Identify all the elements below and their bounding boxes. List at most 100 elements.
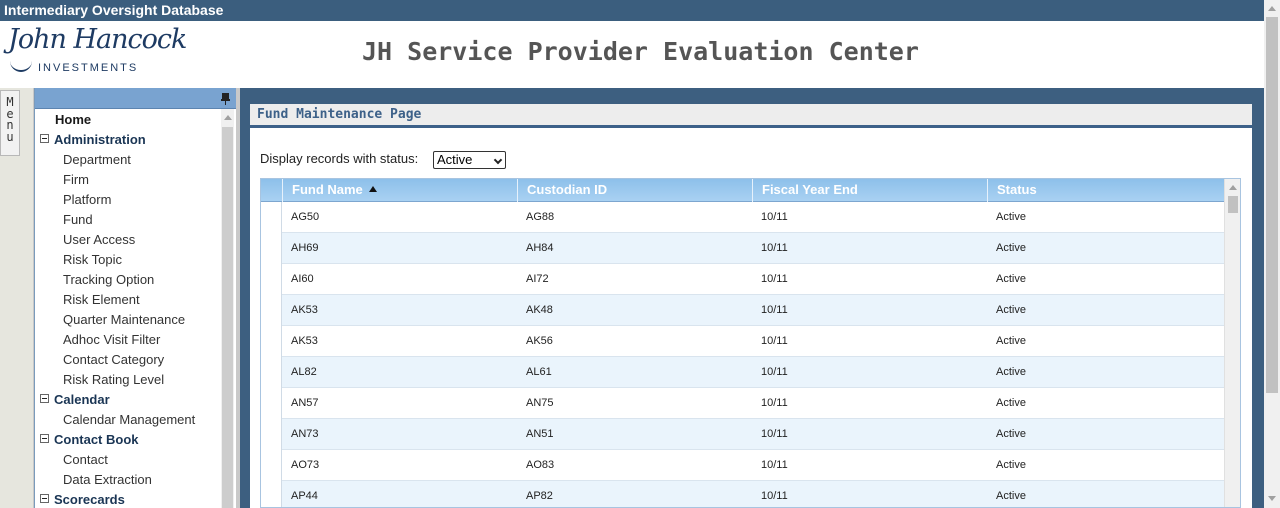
cell-custodian-id: AK56: [526, 335, 553, 347]
sidebar-item-calendar-management[interactable]: Calendar Management: [63, 412, 195, 427]
sidebar-group-administration[interactable]: Administration: [40, 132, 146, 147]
cell-fiscal-year-end: 10/11: [761, 397, 788, 409]
scrollbar-thumb[interactable]: [222, 127, 233, 508]
status-filter-label: Display records with status:: [260, 151, 419, 166]
collapse-icon[interactable]: [40, 394, 49, 403]
cell-fiscal-year-end: 10/11: [761, 490, 788, 502]
row-selector[interactable]: [261, 450, 282, 481]
table-row[interactable]: AG50 AG88 10/11 Active: [261, 202, 1224, 233]
cell-status: Active: [996, 397, 1026, 409]
table-row[interactable]: AI60 AI72 10/11 Active: [261, 264, 1224, 295]
sidebar-group-contact-book[interactable]: Contact Book: [40, 432, 139, 447]
cell-custodian-id: AI72: [526, 273, 549, 285]
cell-status: Active: [996, 211, 1026, 223]
row-selector[interactable]: [261, 419, 282, 450]
scrollbar-thumb[interactable]: [1228, 196, 1238, 213]
cell-status: Active: [996, 273, 1026, 285]
scroll-down-arrow-icon[interactable]: [1268, 496, 1276, 501]
cell-status: Active: [996, 428, 1026, 440]
window-title-bar: Intermediary Oversight Database: [0, 0, 1264, 21]
cell-custodian-id: AO83: [526, 459, 555, 471]
cell-fund-name: AK53: [291, 335, 318, 347]
scroll-up-arrow-icon[interactable]: [1229, 185, 1237, 190]
cell-fiscal-year-end: 10/11: [761, 459, 788, 471]
content-panel: Fund Maintenance Page Display records wi…: [250, 104, 1252, 508]
cell-custodian-id: AP82: [526, 490, 553, 502]
app-title: JH Service Provider Evaluation Center: [362, 37, 919, 66]
scroll-up-arrow-icon[interactable]: [1268, 6, 1276, 11]
row-selector[interactable]: [261, 264, 282, 295]
cell-fiscal-year-end: 10/11: [761, 211, 788, 223]
sidebar-group-calendar[interactable]: Calendar: [40, 392, 110, 407]
collapse-icon[interactable]: [40, 494, 49, 503]
sidebar-scrollbar[interactable]: [221, 109, 234, 508]
table-row[interactable]: AK53 AK56 10/11 Active: [261, 326, 1224, 357]
sidebar-item-user-access[interactable]: User Access: [63, 232, 135, 247]
row-selector[interactable]: [261, 481, 282, 507]
sidebar-item-department[interactable]: Department: [63, 152, 131, 167]
table-row[interactable]: AO73 AO83 10/11 Active: [261, 450, 1224, 481]
column-header-label: Fund Name: [292, 182, 363, 197]
sidebar-group-label: Scorecards: [54, 492, 125, 507]
cell-status: Active: [996, 459, 1026, 471]
sidebar-item-risk-element[interactable]: Risk Element: [63, 292, 140, 307]
sidebar-item-quarter-maintenance[interactable]: Quarter Maintenance: [63, 312, 185, 327]
page-scrollbar[interactable]: [1264, 0, 1280, 508]
scrollbar-thumb[interactable]: [1266, 17, 1278, 393]
sidebar-menu: Home Administration Department Firm Plat…: [34, 88, 236, 508]
sidebar-group-label: Contact Book: [54, 432, 139, 447]
cell-fund-name: AG50: [291, 211, 320, 223]
collapse-icon[interactable]: [40, 434, 49, 443]
john-hancock-logo[interactable]: John Hancock INVESTMENTS: [8, 24, 187, 78]
sidebar-item-data-extraction[interactable]: Data Extraction: [63, 472, 152, 487]
scroll-up-arrow-icon[interactable]: [224, 115, 232, 120]
cell-fund-name: AK53: [291, 304, 318, 316]
row-selector[interactable]: [261, 326, 282, 357]
row-selector[interactable]: [261, 357, 282, 388]
table-row[interactable]: AH69 AH84 10/11 Active: [261, 233, 1224, 264]
table-row[interactable]: AN73 AN51 10/11 Active: [261, 419, 1224, 450]
sidebar-item-risk-rating-level[interactable]: Risk Rating Level: [63, 372, 164, 387]
column-header-status[interactable]: Status: [988, 179, 1224, 202]
cell-fund-name: AI60: [291, 273, 314, 285]
row-selector[interactable]: [261, 388, 282, 419]
sidebar-item-home[interactable]: Home: [55, 112, 91, 127]
menu-toggle-tab[interactable]: M e n u: [0, 90, 20, 156]
cell-fund-name: AH69: [291, 242, 319, 254]
sidebar-item-tracking-option[interactable]: Tracking Option: [63, 272, 154, 287]
collapse-icon[interactable]: [40, 134, 49, 143]
menu-tab-letter: u: [6, 129, 14, 144]
table-row[interactable]: AP44 AP82 10/11 Active: [261, 481, 1224, 507]
row-selector[interactable]: [261, 202, 282, 233]
sidebar-item-firm[interactable]: Firm: [63, 172, 89, 187]
sidebar-item-adhoc-visit-filter[interactable]: Adhoc Visit Filter: [63, 332, 160, 347]
cell-custodian-id: AH84: [526, 242, 554, 254]
cell-custodian-id: AL61: [526, 366, 552, 378]
column-header-fund-name[interactable]: Fund Name: [283, 179, 518, 202]
cell-fiscal-year-end: 10/11: [761, 304, 788, 316]
sidebar-splitter[interactable]: [236, 88, 250, 508]
table-row[interactable]: AK53 AK48 10/11 Active: [261, 295, 1224, 326]
table-row[interactable]: AN57 AN75 10/11 Active: [261, 388, 1224, 419]
select-column-header: [261, 179, 283, 202]
table-header: Fund Name Custodian ID Fiscal Year End S…: [261, 179, 1224, 202]
app-header: John Hancock INVESTMENTS JH Service Prov…: [0, 21, 1264, 88]
pin-icon[interactable]: [221, 93, 230, 105]
logo-script-text: John Hancock: [8, 24, 187, 55]
column-header-fiscal-year-end[interactable]: Fiscal Year End: [753, 179, 988, 202]
table-scrollbar[interactable]: [1224, 179, 1240, 507]
sidebar-item-contact[interactable]: Contact: [63, 452, 108, 467]
sidebar-item-platform[interactable]: Platform: [63, 192, 111, 207]
sidebar-item-risk-topic[interactable]: Risk Topic: [63, 252, 122, 267]
sidebar-group-scorecards[interactable]: Scorecards: [40, 492, 125, 507]
cell-fiscal-year-end: 10/11: [761, 242, 788, 254]
sidebar-item-contact-category[interactable]: Contact Category: [63, 352, 164, 367]
row-selector[interactable]: [261, 295, 282, 326]
column-header-custodian-id[interactable]: Custodian ID: [518, 179, 753, 202]
row-selector[interactable]: [261, 233, 282, 264]
table-row[interactable]: AL82 AL61 10/11 Active: [261, 357, 1224, 388]
status-filter-select[interactable]: Active: [433, 151, 506, 169]
sidebar-header: [35, 88, 236, 109]
sidebar-item-fund[interactable]: Fund: [63, 212, 93, 227]
cell-status: Active: [996, 242, 1026, 254]
